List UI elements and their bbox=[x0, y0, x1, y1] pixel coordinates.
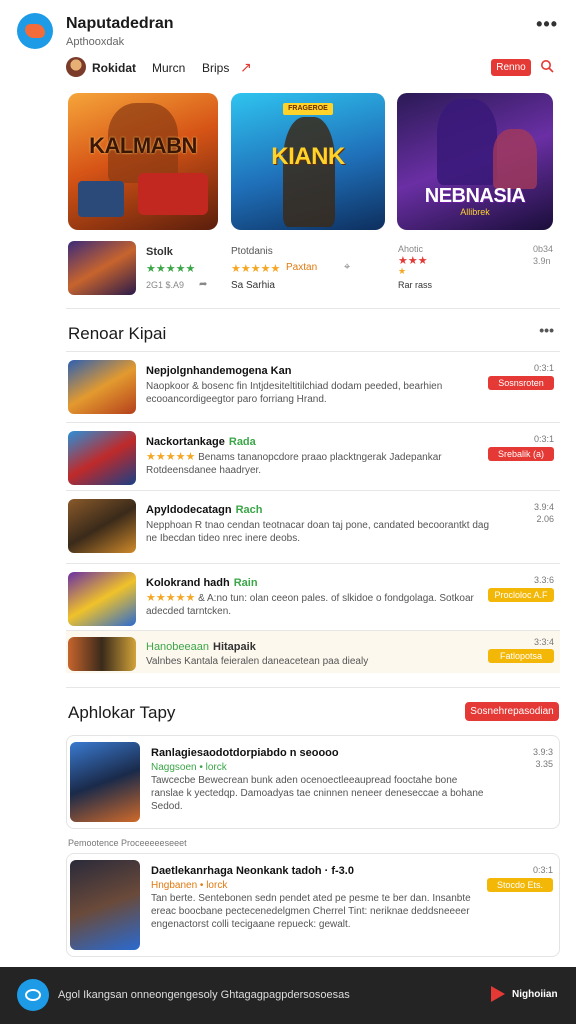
game-thumbnail bbox=[68, 360, 136, 414]
game-card[interactable]: Ranlagiesaodotdorpiabdo n seoooo Naggsoe… bbox=[66, 735, 560, 829]
rating-stars: ★★★★★ bbox=[146, 592, 196, 604]
footer-bar: Agol Ikangsan onneongengesoly Ghtagagpag… bbox=[0, 967, 576, 1024]
game-thumbnail bbox=[68, 572, 136, 626]
item-meta: 3.3:6 bbox=[533, 575, 554, 585]
card-title: Daetlekanrhaga Neonkank tadoh · f-3.0 bbox=[151, 865, 354, 877]
group-label: Pemootence Proceeeeeseeet bbox=[68, 838, 187, 848]
app-logo-icon[interactable] bbox=[17, 13, 53, 49]
item-action-button[interactable]: Fatlopotsa bbox=[488, 649, 554, 663]
section-title: Renoar Kipai bbox=[68, 324, 167, 343]
item-action-button[interactable]: Procloloc A.F bbox=[488, 588, 554, 602]
mini-tag: Paxtan bbox=[286, 262, 318, 273]
game-thumbnail bbox=[68, 637, 136, 671]
item-action-button[interactable]: Srebalik (a) bbox=[488, 447, 554, 461]
list-item[interactable]: Nackortankage Rada ★★★★★ Benams tananopcd… bbox=[66, 423, 560, 491]
card-description: Tan berte. Sentebonen sedn pendet ated p… bbox=[151, 893, 471, 930]
avatar[interactable] bbox=[66, 57, 86, 77]
list-item[interactable]: Kolokrand hadh Rain ★★★★★ & A:no tun: ola… bbox=[66, 564, 560, 630]
item-meta: 3:3:4 bbox=[533, 637, 554, 647]
mini-meta-right: 3.9n bbox=[533, 256, 551, 266]
game-thumbnail bbox=[70, 742, 140, 822]
tab-bar: Rokidat Murcn Brips ↗ Renno bbox=[66, 57, 566, 79]
featured-title: KALMABN bbox=[89, 133, 197, 158]
mini-meta: Sa Sarhia bbox=[231, 280, 275, 291]
app-subtitle: Apthooxdak bbox=[66, 36, 125, 48]
header-action-button[interactable]: Renno bbox=[491, 59, 531, 76]
item-description: Naopkoor & bosenc fin Intjdesiteltitilch… bbox=[146, 381, 443, 405]
mini-meta: 2G1 $.A9 bbox=[146, 280, 185, 290]
mini-meta-right: 0b34 bbox=[533, 244, 554, 254]
item-title: Hanobeeaan Hitapaik bbox=[146, 641, 256, 653]
pin-icon[interactable]: ↗ bbox=[240, 59, 252, 76]
rating-stars: ★★★★★ bbox=[231, 263, 281, 275]
featured-title: KIANK bbox=[271, 143, 345, 170]
divider bbox=[66, 308, 560, 309]
search-icon[interactable] bbox=[540, 59, 554, 73]
tab-rokidat[interactable]: Rokidat bbox=[92, 61, 136, 75]
card-action-button[interactable]: Stocdo Ets. bbox=[487, 878, 553, 892]
card-subtitle: Naggsoen • lorck bbox=[151, 762, 227, 773]
featured-banner-1[interactable]: KALMABN bbox=[68, 93, 218, 230]
game-thumbnail[interactable] bbox=[68, 241, 136, 295]
mini-title: Ptotdanis bbox=[231, 246, 273, 257]
item-meta: 3.9:4 2.06 bbox=[533, 502, 554, 524]
section-action-button[interactable]: Sosnehrepasodian bbox=[465, 702, 559, 721]
rating-stars: ★★★★★ bbox=[146, 263, 196, 275]
mini-meta: Rar rass bbox=[398, 280, 433, 290]
item-title: Kolokrand hadh Rain bbox=[146, 577, 258, 589]
item-description: ★★★★★ & A:no tun: olan ceeon pales. of s… bbox=[146, 592, 474, 617]
featured-subtitle: Allibrek bbox=[460, 207, 490, 217]
app-title: Naputadedran bbox=[66, 15, 174, 32]
featured-banner-2[interactable]: FRAGEROE KIANK bbox=[231, 93, 385, 230]
item-description: Nepphoan R tnao cendan teotnacar doan ta… bbox=[146, 520, 490, 544]
game-card[interactable]: Daetlekanrhaga Neonkank tadoh · f-3.0 Hn… bbox=[66, 853, 560, 957]
game-thumbnail bbox=[68, 499, 136, 553]
item-title: Nepjolgnhandemogena Kan bbox=[146, 365, 292, 377]
share-icon[interactable]: ➦ bbox=[199, 279, 207, 290]
mini-extra: ★ bbox=[398, 266, 407, 276]
game-thumbnail bbox=[70, 860, 140, 950]
item-description: ★★★★★ Benams tananopcdore praao placktng… bbox=[146, 451, 442, 476]
footer-brand[interactable]: Nighoiian bbox=[512, 989, 558, 1000]
card-meta: 3.9:3 3.35 bbox=[532, 747, 553, 769]
card-subtitle: Hngbanen • lorck bbox=[151, 880, 228, 891]
divider bbox=[66, 687, 560, 688]
section-title: Aphlokar Tapy bbox=[68, 703, 176, 722]
card-meta: 0:3:1 bbox=[532, 865, 553, 875]
more-options-icon[interactable]: ••• bbox=[539, 322, 554, 338]
featured-banner-3[interactable]: NEBNASIA Allibrek bbox=[397, 93, 553, 230]
item-meta: 0:3:1 bbox=[533, 363, 554, 373]
list-item[interactable]: Nepjolgnhandemogena Kan Naopkoor & bosen… bbox=[66, 352, 560, 422]
footer-logo-icon[interactable] bbox=[17, 979, 49, 1011]
featured-badge: FRAGEROE bbox=[283, 103, 333, 115]
footer-text: Agol Ikangsan onneongengesoly Ghtagagpag… bbox=[58, 989, 350, 1001]
rating-stars: ★★★★★ bbox=[146, 451, 196, 463]
card-description: Tawcecbe Bewecrean bunk aden ocenoectlee… bbox=[151, 775, 484, 812]
item-description: Valnbes Kantala feieralen daneacetean pa… bbox=[146, 656, 369, 667]
game-thumbnail bbox=[68, 431, 136, 485]
pin-icon[interactable]: ⌖ bbox=[344, 261, 350, 274]
tab-brips[interactable]: Brips bbox=[202, 61, 229, 75]
mini-title: Stolk bbox=[146, 246, 173, 258]
mini-title: Ahotic bbox=[398, 244, 424, 254]
tab-murcn[interactable]: Murcn bbox=[152, 61, 185, 75]
item-title: Apyldodecatagn Rach bbox=[146, 504, 263, 516]
list-item[interactable]: Hanobeeaan Hitapaik Valnbes Kantala feier… bbox=[66, 631, 560, 673]
more-options-icon[interactable]: ••• bbox=[536, 14, 558, 35]
item-meta: 0:3:1 bbox=[533, 434, 554, 444]
item-title: Nackortankage Rada bbox=[146, 436, 256, 448]
app-header: Naputadedran Apthooxdak ••• bbox=[0, 0, 576, 56]
featured-title: NEBNASIA bbox=[424, 185, 526, 207]
item-action-button[interactable]: Sosnsroten bbox=[488, 376, 554, 390]
play-icon[interactable] bbox=[491, 986, 505, 1002]
list-item[interactable]: Apyldodecatagn Rach Nepphoan R tnao cenda… bbox=[66, 491, 560, 563]
card-title: Ranlagiesaodotdorpiabdo n seoooo bbox=[151, 747, 339, 759]
